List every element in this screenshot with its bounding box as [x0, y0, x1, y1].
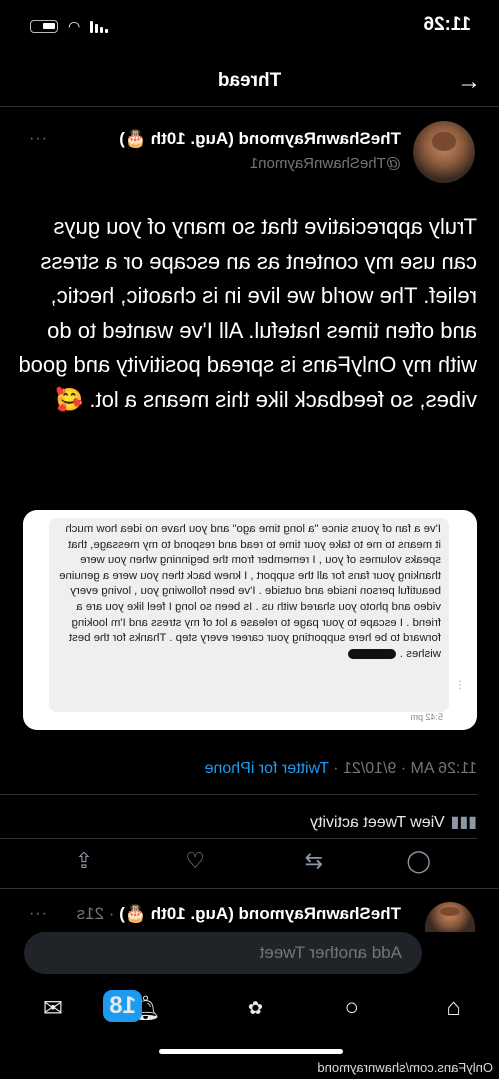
add-tweet-input[interactable]: Add another Tweet	[24, 932, 422, 974]
bottom-nav: ⌂ ○ ✿ 🔔︎ 18 ✉	[0, 990, 499, 1040]
author-handle[interactable]: @TheShawnRaymon1	[250, 155, 401, 172]
retweet-icon[interactable]: ⇄	[305, 848, 323, 874]
spaces-icon[interactable]: ✿	[248, 998, 263, 1019]
tweet-source[interactable]: Twitter for iPhone	[205, 760, 330, 777]
cellular-signal-icon	[90, 20, 109, 33]
wifi-icon: ◠	[68, 18, 81, 34]
tweet-image[interactable]: I've a fan of yours since "a long time a…	[23, 510, 477, 730]
status-time: 11:26	[423, 14, 471, 35]
activity-label: View Tweet activity	[310, 814, 445, 831]
message-bubble: I've a fan of yours since "a long time a…	[49, 518, 449, 712]
actions-divider	[0, 888, 499, 889]
mirrored-screen: 11:26 ◠ ← Thread TheShawnRaymond (Aug. 1…	[0, 0, 499, 1079]
activity-divider	[0, 838, 477, 839]
next-tweet-header[interactable]: TheShawnRaymond (Aug. 10th 🎂) · 21s	[77, 904, 401, 924]
tweet-text: Truly appreciative that so many of you g…	[18, 214, 477, 412]
thread-header: ← Thread	[0, 60, 499, 104]
reply-icon[interactable]: ◯	[406, 848, 431, 874]
next-author-avatar[interactable]	[425, 902, 475, 932]
notifications-badge: 18	[103, 990, 142, 1022]
tweet-timestamp: 11:26 AM · 9/10/21 ·	[329, 760, 477, 777]
redacted-name	[347, 648, 396, 659]
next-tweet-age: · 21s	[76, 904, 120, 923]
share-icon[interactable]: ⇪	[75, 848, 93, 874]
next-author-name: TheShawnRaymond (Aug. 10th 🎂)	[119, 904, 401, 923]
view-tweet-activity[interactable]: ▮▮▮ View Tweet activity	[310, 812, 477, 832]
tweet-meta: 11:26 AM · 9/10/21 · Twitter for iPhone	[205, 760, 477, 778]
author-avatar[interactable]	[413, 121, 475, 183]
more-options-icon[interactable]: ···	[28, 130, 47, 148]
page-title: Thread	[217, 70, 282, 91]
author-name[interactable]: TheShawnRaymond (Aug. 10th 🎂)	[119, 129, 401, 149]
meta-divider	[0, 794, 477, 795]
home-icon[interactable]: ⌂	[447, 994, 462, 1022]
search-icon[interactable]: ○	[345, 994, 360, 1022]
watermark: OnlyFans.com/shawnraymond	[317, 1060, 493, 1075]
messages-icon[interactable]: ✉	[43, 994, 63, 1023]
tweet-actions: ◯ ⇄ ♡ ⇪	[0, 848, 499, 882]
home-indicator	[159, 1049, 343, 1054]
status-icons: ◠	[30, 18, 109, 35]
header-divider	[0, 106, 499, 107]
battery-icon	[30, 20, 58, 33]
message-options-icon: ⋮	[455, 680, 465, 691]
add-tweet-placeholder: Add another Tweet	[259, 943, 402, 962]
message-timestamp: 5:42 pm	[410, 712, 443, 722]
status-bar: 11:26 ◠	[0, 0, 499, 50]
next-more-options-icon[interactable]: ···	[28, 905, 47, 923]
like-icon[interactable]: ♡	[185, 848, 205, 874]
activity-chart-icon: ▮▮▮	[450, 814, 477, 831]
message-text: I've a fan of yours since "a long time a…	[59, 523, 441, 660]
